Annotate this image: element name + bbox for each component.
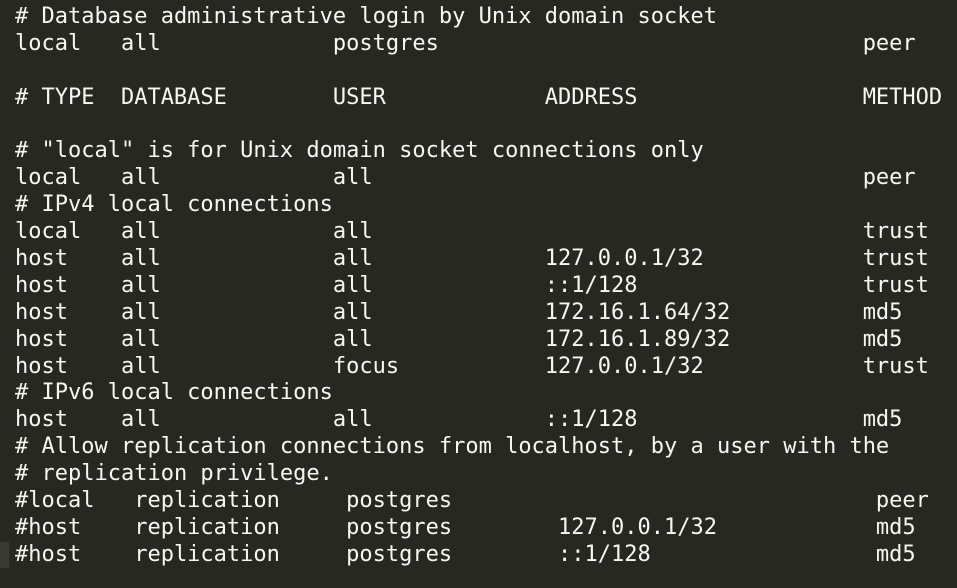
- method-field: md5: [862, 407, 903, 433]
- user-field: all: [332, 299, 373, 325]
- database-field: all: [120, 246, 161, 272]
- comment-line: # Database administrative login by Unix …: [15, 4, 957, 31]
- hba-entry-line: local all all peer: [15, 165, 957, 192]
- database-field: all: [120, 407, 161, 433]
- type-field: host: [15, 272, 68, 298]
- method-field: md5: [862, 299, 903, 325]
- address-field: 127.0.0.1/32: [558, 514, 717, 540]
- hba-entry-line: host all all::1/128 md5: [15, 407, 957, 434]
- method-field: trust: [862, 219, 929, 245]
- comment-line: # "local" is for Unix domain socket conn…: [15, 138, 957, 165]
- comment-text: # IPv4 local connections: [15, 192, 333, 218]
- address-field: 127.0.0.1/32: [544, 353, 704, 379]
- user-field: postgres: [332, 30, 439, 56]
- database-field: all: [120, 326, 161, 352]
- address-field: 172.16.1.64/32: [544, 299, 731, 325]
- database-field: replication: [134, 541, 280, 567]
- database-field: DATABASE: [120, 84, 227, 110]
- hba-entry-line: #local replication postgres peer: [15, 488, 957, 515]
- database-field: all: [120, 353, 161, 379]
- hba-entry-line: #host replication postgres::1/128 md5: [15, 542, 957, 569]
- database-field: all: [120, 272, 161, 298]
- user-field: all: [332, 246, 373, 272]
- user-field: USER: [332, 84, 386, 110]
- database-field: all: [120, 165, 161, 191]
- method-field: trust: [862, 246, 929, 272]
- address-field: ::1/128: [558, 541, 651, 567]
- method-field: md5: [862, 326, 903, 352]
- type-field: host: [15, 353, 68, 379]
- user-field: postgres: [346, 541, 453, 567]
- comment-line: # Allow replication connections from loc…: [15, 434, 957, 461]
- user-field: all: [332, 326, 373, 352]
- method-field: trust: [862, 272, 929, 298]
- type-field: host: [15, 246, 68, 272]
- hba-entry-line: host all all 172.16.1.64/32 md5: [15, 300, 957, 327]
- text-editor[interactable]: # Database administrative login by Unix …: [15, 4, 957, 569]
- hba-entry-line: host all all::1/128 trust: [15, 273, 957, 300]
- hba-entry-line: host all all 127.0.0.1/32 trust: [15, 246, 957, 273]
- method-field: md5: [875, 514, 916, 540]
- database-field: all: [120, 30, 161, 56]
- hba-entry-line: #host replication postgres 127.0.0.1/32 md5: [15, 515, 957, 542]
- comment-line: # replication privilege.: [15, 461, 957, 488]
- address-field: ::1/128: [544, 407, 638, 433]
- type-field: host: [15, 407, 68, 433]
- comment-text: # Allow replication connections from loc…: [15, 434, 890, 460]
- comment-text: # IPv6 local connections: [15, 380, 333, 406]
- method-field: md5: [875, 541, 916, 567]
- database-field: replication: [134, 488, 280, 514]
- user-field: focus: [332, 353, 400, 379]
- database-field: all: [120, 299, 161, 325]
- address-field: 127.0.0.1/32: [544, 246, 704, 272]
- hba-entry-line: host all focus 127.0.0.1/32 trust: [15, 354, 957, 381]
- hba-entry-line: host all all 172.16.1.89/32 md5: [15, 327, 957, 354]
- comment-line: # IPv4 local connections: [15, 192, 957, 219]
- method-field: peer: [862, 30, 916, 56]
- type-field: host: [15, 299, 68, 325]
- hba-entry-line: local all all trust: [15, 219, 957, 246]
- address-field: 172.16.1.89/32: [544, 326, 731, 352]
- hba-entry-line: local all postgres peer: [15, 31, 957, 58]
- user-field: all: [332, 407, 373, 433]
- comment-line: # IPv6 local connections: [15, 380, 957, 407]
- database-field: all: [120, 219, 161, 245]
- user-field: postgres: [346, 514, 453, 540]
- current-line-marker: [0, 542, 9, 568]
- user-field: all: [332, 272, 373, 298]
- header-line: # TYPE DATABASE USER ADDRESS METHOD: [15, 85, 957, 112]
- type-field: #local: [15, 488, 95, 514]
- type-field: # TYPE: [15, 84, 95, 110]
- address-field: ADDRESS: [544, 84, 638, 110]
- comment-text: # replication privilege.: [15, 461, 333, 487]
- method-field: trust: [862, 353, 929, 379]
- comment-text: # "local" is for Unix domain socket conn…: [15, 138, 704, 164]
- type-field: #host: [15, 541, 82, 567]
- database-field: replication: [134, 514, 280, 540]
- method-field: peer: [875, 488, 929, 514]
- type-field: host: [15, 326, 68, 352]
- user-field: all: [332, 165, 373, 191]
- comment-text: # Database administrative login by Unix …: [15, 4, 717, 29]
- address-field: ::1/128: [544, 272, 638, 298]
- type-field: local: [15, 30, 82, 56]
- type-field: local: [15, 165, 82, 191]
- user-field: all: [332, 219, 373, 245]
- type-field: local: [15, 219, 82, 245]
- type-field: #host: [15, 514, 82, 540]
- user-field: postgres: [346, 488, 453, 514]
- method-field: peer: [862, 165, 916, 191]
- method-field: METHOD: [862, 84, 943, 110]
